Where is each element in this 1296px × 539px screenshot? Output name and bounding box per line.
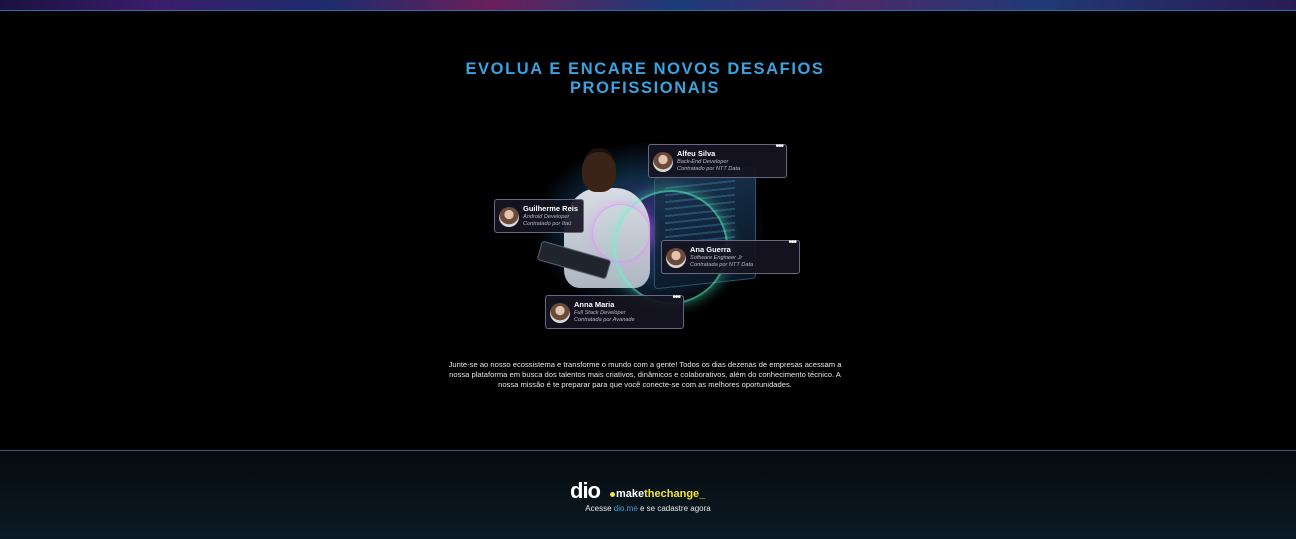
person-head (582, 152, 616, 192)
cta-suffix: e se cadastre agora (637, 504, 711, 513)
dio-logo[interactable]: dio makethechange_ (570, 480, 720, 502)
logo-dot-icon (610, 492, 615, 497)
profile-name: Alfeu Silva (677, 149, 716, 158)
profile-role: Back-End Developer (677, 159, 729, 165)
avatar (666, 248, 686, 268)
more-options-icon[interactable]: ••• (775, 141, 783, 152)
profile-name: Anna Maria (574, 300, 615, 309)
profile-name: Ana Guerra (690, 245, 731, 254)
footer-cta: Acesse dio.me e se cadastre agora (540, 504, 756, 513)
tagline-the: the (644, 488, 661, 500)
section-description: Junte-se ao nosso ecossistema e transfor… (448, 360, 842, 389)
avatar (499, 207, 519, 227)
top-banner-strip (0, 0, 1296, 11)
profile-card-alfeu: Alfeu Silva Back-End Developer Contratad… (648, 141, 787, 178)
tagline-make: make (616, 488, 645, 500)
profile-card-ana: Ana Guerra Software Engineer Jr Contrata… (661, 237, 800, 274)
avatar (550, 303, 570, 323)
tagline-change: change (660, 488, 700, 500)
profile-hired-by: Contratado por NTT Data (677, 166, 741, 172)
profile-card-anna: Anna Maria Full Stack Developer Contrata… (545, 292, 684, 329)
profile-hired-by: Contratada por NTT Data (690, 262, 754, 268)
dio-link[interactable]: dio.me (614, 504, 638, 513)
profile-role: Full Stack Developer (574, 310, 626, 316)
more-options-icon[interactable]: ••• (672, 292, 680, 303)
profile-role: Software Engineer Jr (690, 255, 743, 261)
profile-role: Android Developer (523, 214, 570, 220)
profile-hired-by: Contratado por Itaú (523, 221, 572, 227)
neon-ring-small (592, 204, 650, 262)
profile-hired-by: Contratada por Avanade (574, 317, 635, 323)
profile-card-guilherme: Guilherme Reis Android Developer Contrat… (494, 199, 584, 233)
avatar (653, 152, 673, 172)
logo-tagline: makethechange_ (616, 488, 705, 500)
more-options-icon[interactable]: ••• (788, 237, 796, 248)
cta-prefix: Acesse (585, 504, 614, 513)
tagline-underscore: _ (699, 488, 706, 500)
profile-name: Guilherme Reis (523, 204, 579, 213)
section-headline: EVOLUA E ENCARE NOVOS DESAFIOS PROFISSIO… (465, 60, 825, 97)
logo-wordmark: dio (570, 478, 601, 503)
